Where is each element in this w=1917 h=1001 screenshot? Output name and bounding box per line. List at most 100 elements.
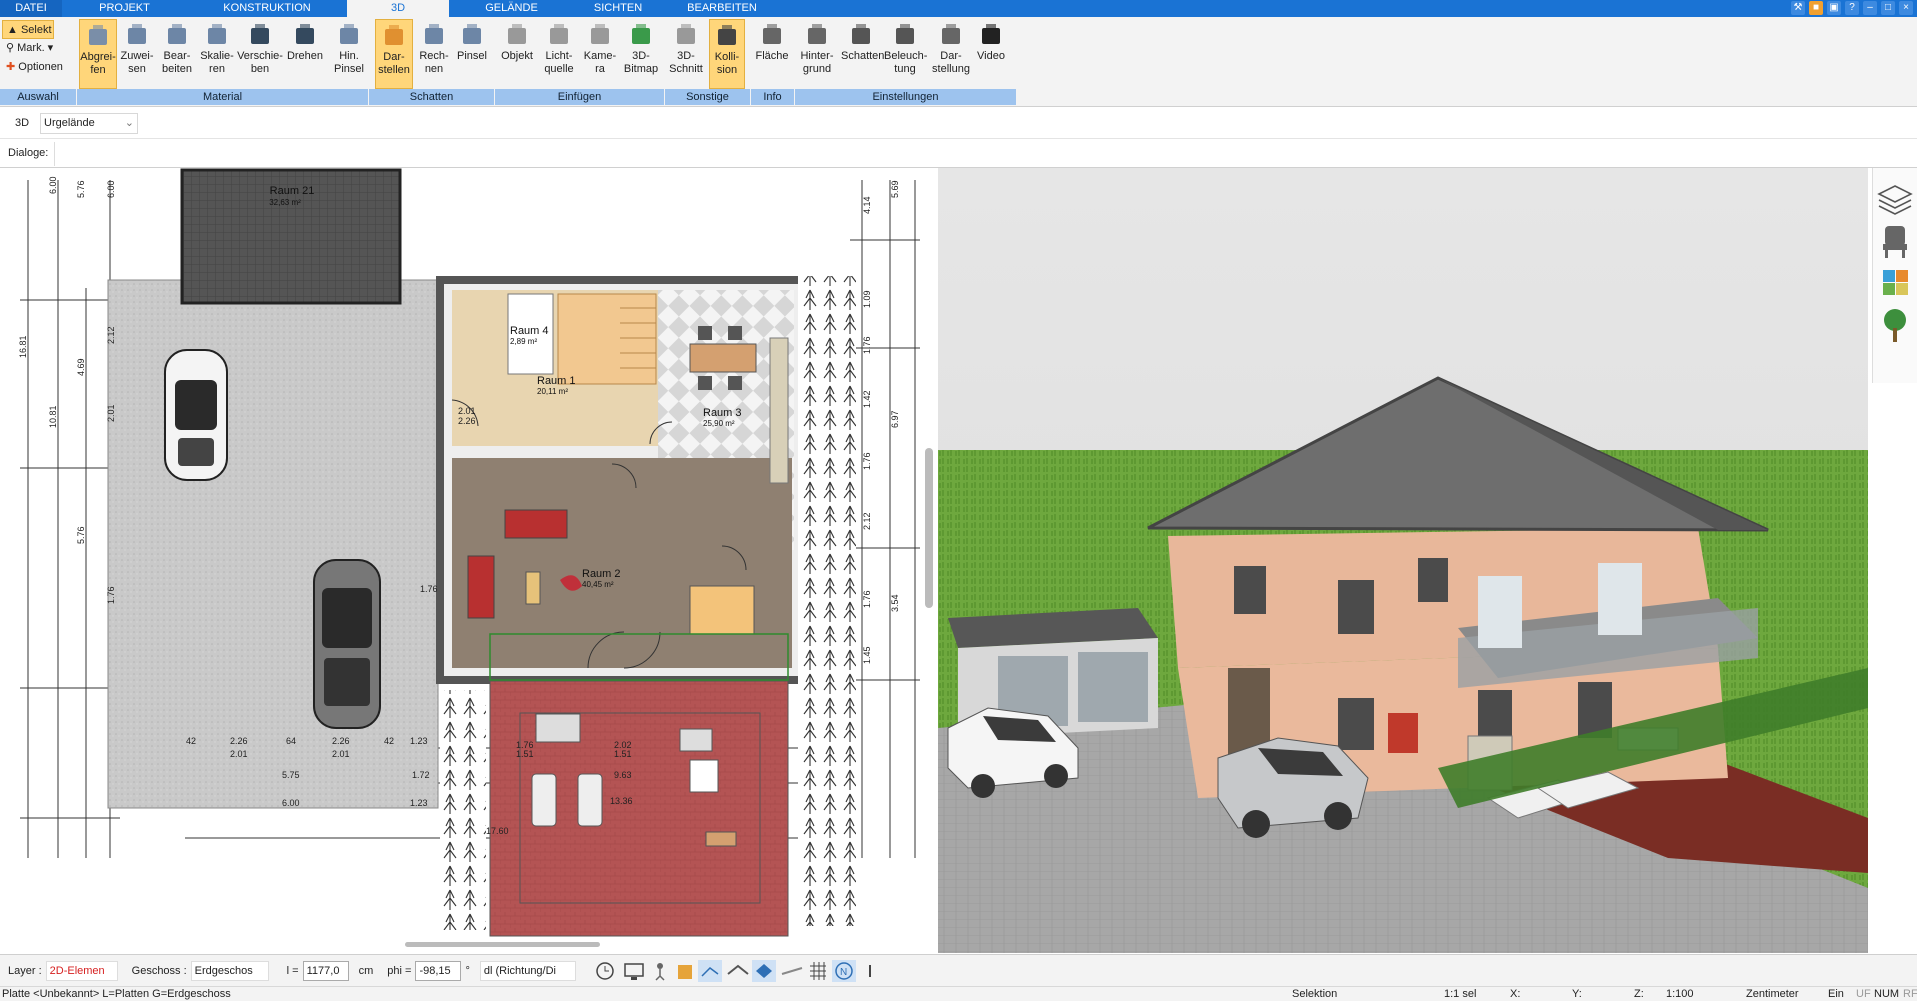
objekt-button[interactable]: Objekt [497,19,537,89]
skalieren-button[interactable]: Skalie- ren [198,19,236,89]
beleuchtung-button[interactable]: Beleuch- tung [884,19,928,89]
minimize-icon[interactable]: – [1863,1,1877,15]
car-top-view-2[interactable] [313,559,381,729]
scale-value: 1:100 [1666,988,1694,1000]
line-icon[interactable] [697,959,722,982]
kollision-button[interactable]: Kolli- sion [709,19,745,89]
material-icon[interactable] [1883,270,1908,295]
abgreifen-label: Abgrei- fen [80,51,116,76]
l-input[interactable]: 1177,0 [302,960,349,981]
darstellen-button[interactable]: Dar- stellen [375,19,413,89]
tree-icon[interactable] [1884,309,1906,342]
clock-icon[interactable] [596,961,614,980]
kamera-label: Kame- ra [583,50,617,75]
car-top-view-1[interactable] [164,349,228,481]
drehen-button[interactable]: Drehen [285,19,325,89]
optionen-button[interactable]: ✚ Optionen [2,58,74,77]
rechnen-label: Rech- nen [419,50,449,75]
geschoss-select[interactable]: Erdgeschos [190,960,269,981]
wall-icon[interactable] [727,964,749,975]
dim-text: 2.01 [230,749,248,759]
video-button[interactable]: Video [972,19,1010,89]
3d-schnitt-button[interactable]: 3D- Schnitt [668,19,704,89]
3d-render-canvas[interactable] [938,168,1868,953]
window-icon[interactable]: ▣ [1827,1,1841,15]
tab-projekt[interactable]: PROJEKT [62,0,187,17]
rechnen-button[interactable]: Rech- nen [416,19,452,89]
hin-pinsel-icon [336,22,362,48]
dim-text: 1.51 [614,749,632,759]
floor-plan-canvas[interactable]: Raum 21 32,63 m² Raum 4 2,89 m² Raum 1 2… [0,168,938,948]
surface-icon[interactable] [781,966,803,975]
tab-konstruktion[interactable]: KONSTRUKTION [187,0,347,17]
video-icon [978,22,1004,48]
group-schatten: Schatten [369,89,495,105]
plane-icon[interactable] [751,959,776,982]
layer-select[interactable]: 2D-Elemen [45,960,118,981]
kamera-button[interactable]: Kame- ra [582,19,618,89]
plan-vertical-scrollbar[interactable] [925,448,933,608]
3d-bitmap-button[interactable]: 3D- Bitmap [621,19,661,89]
l-unit: cm [358,964,374,977]
dl-select[interactable]: dl (Richtung/Di [479,960,576,981]
auswahl-column: ▲ Selekt ⚲ Mark. ▾ ✚ Optionen [2,20,74,77]
tools-icon[interactable]: ⚒ [1791,1,1805,15]
north-icon[interactable]: N [831,959,856,982]
verschieben-label: Verschie- ben [237,50,283,75]
tab-datei[interactable]: DATEI [0,0,62,17]
lichtquelle-label: Licht- quelle [544,50,574,75]
drehen-label: Drehen [286,50,324,62]
dim-text: 5.69 [890,180,900,198]
dim-text: 42 [186,736,196,746]
schatten-button[interactable]: Schatten [841,19,884,89]
tab-3d[interactable]: 3D [347,0,449,17]
dim-text: 1.76 [862,336,872,354]
dim-text: 1.42 [862,390,872,408]
terrain-select[interactable]: Urgelände ⌄ [40,113,138,134]
mark-button[interactable]: ⚲ Mark. ▾ [2,39,74,58]
hin-pinsel-button[interactable]: Hin. Pinsel [330,19,368,89]
view-label: 3D [15,117,30,129]
tab-gelaende[interactable]: GELÄNDE [449,0,574,17]
plan-horizontal-scrollbar[interactable] [405,942,600,947]
darstellung-button[interactable]: Dar- stellung [931,19,971,89]
view-bar: 3D Urgelände ⌄ [0,108,1917,139]
flaeche-button[interactable]: Fläche [752,19,792,89]
save-icon[interactable]: ■ [1809,1,1823,15]
phi-input[interactable]: -98,15 [415,960,462,981]
zuweisen-button[interactable]: Zuwei- sen [118,19,156,89]
room-label-3: Raum 3 [703,407,742,419]
bearbeiten-button[interactable]: Bear- beiten [158,19,196,89]
verschieben-button[interactable]: Verschie- ben [237,19,283,89]
object-icon[interactable] [677,964,692,979]
abgreifen-button[interactable]: Abgrei- fen [79,19,117,89]
hintergrund-button[interactable]: Hinter- grund [797,19,837,89]
maximize-icon[interactable]: □ [1881,1,1895,15]
close-icon[interactable]: × [1899,1,1913,15]
3d-view[interactable] [938,168,1868,953]
dim-text: 6.00 [282,798,300,808]
tab-bearbeiten[interactable]: BEARBEITEN [662,0,782,17]
hintergrund-icon [804,22,830,48]
hintergrund-label: Hinter- grund [800,50,834,75]
phi-label: phi = [387,964,412,977]
l-label: l = [286,964,299,977]
layers-icon[interactable] [1877,185,1913,215]
dim-text: 2.12 [862,512,872,530]
dim-text: 2.12 [106,326,116,344]
furniture-icon[interactable] [1883,226,1907,258]
lichtquelle-icon [546,22,572,48]
room-area-1: 20,11 m² [537,387,568,396]
grid-icon[interactable] [809,961,826,980]
walk-icon[interactable] [655,962,665,981]
dim-text: 17.60 [486,826,509,836]
selekt-button[interactable]: ▲ Selekt [2,20,54,39]
dim-text: 2.26 [332,736,350,746]
floor-plan-view[interactable]: Raum 21 32,63 m² Raum 4 2,89 m² Raum 1 2… [0,168,938,948]
pinsel-button[interactable]: Pinsel [454,19,490,89]
lichtquelle-button[interactable]: Licht- quelle [540,19,578,89]
tab-sichten[interactable]: SICHTEN [574,0,662,17]
monitor-icon[interactable] [624,962,644,980]
beleuchtung-label: Beleuch- tung [884,50,928,75]
help-icon[interactable]: ? [1845,1,1859,15]
